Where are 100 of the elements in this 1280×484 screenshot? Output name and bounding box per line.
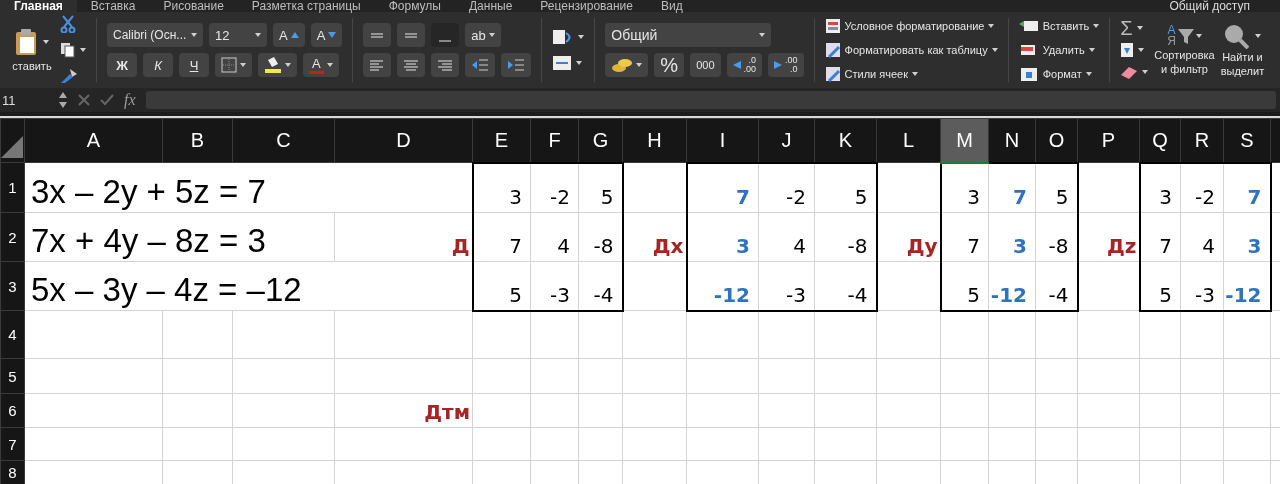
row-header[interactable]: 6	[0, 393, 25, 428]
caret-icon	[912, 72, 918, 76]
caret-icon	[1255, 34, 1262, 38]
stepper-icon	[58, 91, 68, 109]
table-cell: 7	[1223, 162, 1271, 213]
column-header[interactable]: M	[940, 118, 989, 163]
currency-button[interactable]	[605, 53, 649, 77]
row-header[interactable]: 3	[0, 261, 25, 311]
decrease-decimal-button[interactable]: .00 .0	[768, 53, 804, 77]
column-header[interactable]: P	[1077, 118, 1140, 163]
column-header[interactable]: S	[1223, 118, 1271, 163]
column-header[interactable]: H	[622, 118, 687, 163]
brush-icon	[60, 68, 78, 84]
borders-button[interactable]	[215, 53, 252, 77]
ribbon-tab[interactable]: Вид	[647, 0, 697, 12]
table-format-icon	[824, 42, 841, 58]
row-header[interactable]: 4	[0, 310, 25, 359]
align-top-button[interactable]	[363, 23, 392, 47]
font-name-dropdown[interactable]: Calibri (Осн...	[107, 23, 203, 47]
column-header[interactable]: F	[530, 118, 579, 163]
font-color-button[interactable]: A	[303, 53, 339, 77]
column-header[interactable]: B	[162, 118, 233, 163]
column-header[interactable]: Q	[1139, 118, 1181, 163]
ribbon-tab[interactable]: Рецензирование	[526, 0, 647, 12]
row-header[interactable]: 7	[0, 427, 25, 461]
column-header[interactable]: N	[988, 118, 1036, 163]
wrap-text-button[interactable]	[552, 27, 585, 47]
row-header[interactable]: 5	[0, 358, 25, 394]
cells-menu-button[interactable]: Вставить	[1018, 16, 1100, 36]
table-cell: 3	[472, 162, 531, 213]
column-header[interactable]: E	[472, 118, 531, 163]
scissors-icon	[60, 15, 76, 33]
align-center-button[interactable]	[397, 53, 426, 77]
caret-icon	[326, 63, 333, 67]
autosum-button[interactable]: Σ	[1120, 18, 1149, 38]
fill-down-icon	[1120, 42, 1135, 58]
paste-button[interactable]: ставить	[10, 28, 54, 72]
styles-menu-button[interactable]: Условное форматирование	[824, 16, 998, 36]
ribbon-tab[interactable]: Формулы	[374, 0, 455, 12]
share-button[interactable]: Общий доступ	[1169, 0, 1250, 12]
caret-icon	[759, 33, 766, 37]
row-header[interactable]: 8	[0, 460, 25, 484]
bold-button[interactable]: Ж	[107, 53, 137, 77]
orientation-button[interactable]: ab	[465, 23, 501, 47]
ribbon-tab[interactable]: Данные	[454, 0, 527, 12]
row-header[interactable]: 1	[0, 162, 25, 213]
underline-button[interactable]: Ч	[179, 53, 209, 77]
column-header[interactable]: K	[814, 118, 877, 163]
table-cell: -8	[1035, 212, 1078, 262]
column-header[interactable]: D	[334, 118, 473, 163]
ribbon-tab[interactable]: Рисование	[149, 0, 238, 12]
thousands-button[interactable]: 000	[690, 53, 721, 77]
down-triangle-icon	[328, 32, 337, 38]
decrease-indent-button[interactable]	[465, 53, 496, 77]
shrink-font-button[interactable]: A	[310, 23, 343, 47]
column-header[interactable]: R	[1180, 118, 1224, 163]
column-header[interactable]: A	[24, 118, 163, 163]
function-label[interactable]: fx	[124, 91, 136, 109]
caret-icon	[1138, 48, 1145, 52]
column-header[interactable]: O	[1035, 118, 1078, 163]
copy-button[interactable]	[60, 40, 86, 60]
column-header[interactable]: L	[876, 118, 941, 163]
italic-button[interactable]: К	[143, 53, 173, 77]
table-cell: -12	[686, 261, 759, 311]
clipboard-icon	[15, 28, 37, 56]
caret-icon	[1195, 34, 1202, 38]
sort-filter-button[interactable]: А Я Сортировка и фильтр	[1154, 25, 1215, 75]
column-header[interactable]: J	[758, 118, 815, 163]
align-bottom-button[interactable]	[431, 23, 460, 47]
font-size-dropdown[interactable]: 12	[209, 23, 267, 47]
caret-icon	[191, 33, 197, 37]
align-left-button[interactable]	[363, 53, 392, 77]
table-cell: -4	[1035, 261, 1078, 311]
table-cell: 7	[1139, 212, 1181, 262]
caret-icon	[636, 63, 643, 67]
table-cell: 4	[530, 212, 579, 262]
ribbon-tab[interactable]: Вставка	[76, 0, 150, 12]
align-middle-button[interactable]	[397, 23, 426, 47]
number-format-dropdown[interactable]: Общий	[605, 23, 772, 47]
ribbon-tab[interactable]: Главная	[0, 0, 77, 12]
column-header[interactable]: G	[578, 118, 623, 163]
percent-button[interactable]: %	[654, 53, 685, 77]
column-header[interactable]: C	[232, 118, 335, 163]
increase-indent-button[interactable]	[501, 53, 532, 77]
styles-menu-button[interactable]: Стили ячеек	[824, 64, 998, 84]
table-cell: 3	[1223, 212, 1271, 262]
styles-menu-button[interactable]: Форматировать как таблицу	[824, 40, 998, 60]
search-icon	[1223, 23, 1250, 49]
fill-color-button[interactable]	[258, 53, 297, 77]
find-select-button[interactable]: Найти и выделит	[1220, 23, 1265, 77]
row-header[interactable]: 2	[0, 212, 25, 262]
column-header[interactable]: I	[686, 118, 759, 163]
ribbon-tab[interactable]: Разметка страницы	[237, 0, 375, 12]
cells-menu-button[interactable]: Удалить	[1018, 40, 1100, 60]
grow-font-button[interactable]: A	[273, 23, 305, 47]
increase-decimal-button[interactable]: .0 .00	[726, 53, 762, 77]
align-right-button[interactable]	[431, 53, 460, 77]
name-box[interactable]: 11	[0, 92, 48, 108]
table-cell: -4	[578, 261, 623, 311]
cells-menu-button[interactable]: Формат	[1018, 64, 1100, 84]
